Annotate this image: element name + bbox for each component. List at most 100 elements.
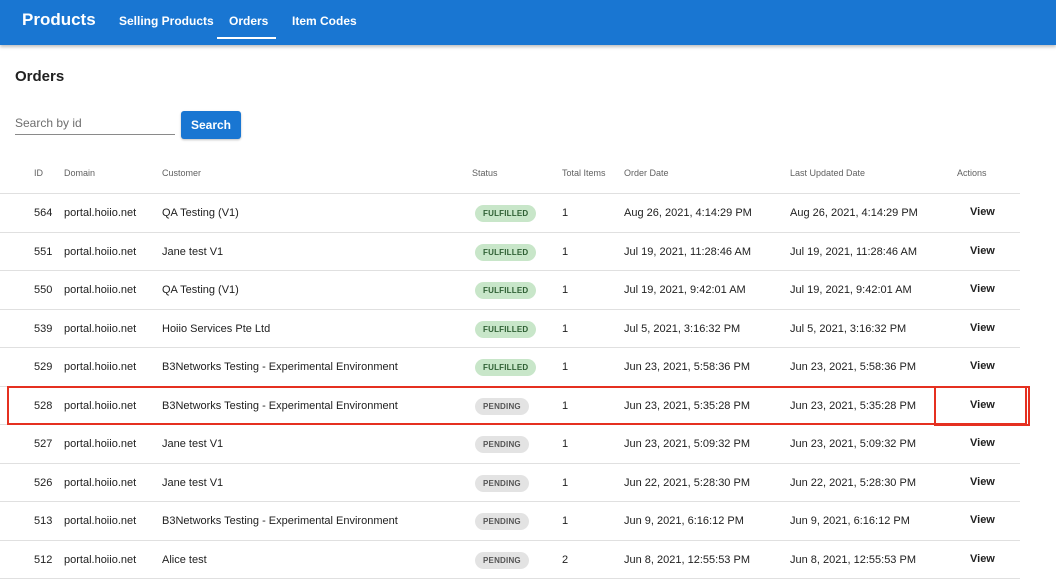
order-id: 528 <box>34 399 53 412</box>
order-date: Jun 23, 2021, 5:09:32 PM <box>624 438 750 450</box>
view-order-button[interactable]: View <box>970 399 995 411</box>
order-id: 527 <box>34 438 53 450</box>
nav-active-indicator <box>217 37 276 39</box>
order-domain: portal.hoiio.net <box>64 399 137 412</box>
order-last-updated: Jun 22, 2021, 5:28:30 PM <box>790 476 916 489</box>
column-header-order-date[interactable]: Order Date <box>624 168 669 178</box>
order-customer: Jane test V1 <box>162 245 224 258</box>
orders-table-body: 564 portal.hoiio.net QA Testing (V1) FULFIL… <box>0 194 1020 579</box>
order-last-updated: Aug 26, 2021, 4:14:29 PM <box>790 207 918 219</box>
column-header-status[interactable]: Status <box>472 168 498 178</box>
table-row: 529 portal.hoiio.net B3Networks Testing - … <box>0 348 1020 387</box>
order-date: Jun 9, 2021, 6:16:12 PM <box>624 515 744 527</box>
search-input[interactable] <box>15 113 175 133</box>
order-total-items: 1 <box>562 284 569 296</box>
status-badge: FULFILLED <box>475 205 537 222</box>
order-domain: portal.hoiio.net <box>64 245 137 258</box>
view-order-button[interactable]: View <box>970 322 995 334</box>
order-total-items: 1 <box>562 361 569 373</box>
order-date: Jun 23, 2021, 5:35:28 PM <box>624 399 750 412</box>
column-header-id[interactable]: ID <box>34 168 43 178</box>
order-customer: B3Networks Testing - Experimental Enviro… <box>162 399 398 412</box>
table-row: 550 portal.hoiio.net QA Testing (V1) FULFIL… <box>0 271 1020 310</box>
search-button[interactable]: Search <box>181 111 241 139</box>
order-total-items: 1 <box>562 245 569 258</box>
order-last-updated: Jun 8, 2021, 12:55:53 PM <box>790 553 916 566</box>
table-row: 551 portal.hoiio.net Jane test V1 FULFILLED… <box>0 233 1020 271</box>
order-total-items: 1 <box>562 399 569 412</box>
order-date: Jun 8, 2021, 12:55:53 PM <box>624 553 750 566</box>
order-last-updated: Jun 23, 2021, 5:58:36 PM <box>790 361 916 373</box>
view-order-button[interactable]: View <box>970 245 995 257</box>
status-badge: FULFILLED <box>475 243 537 261</box>
order-domain: portal.hoiio.net <box>64 438 137 450</box>
nav-selling-products[interactable]: Selling Products <box>119 14 214 28</box>
column-header-actions: Actions <box>957 168 987 178</box>
table-header: ID Domain Customer Status Total Items Or… <box>0 160 1020 194</box>
order-id: 551 <box>34 245 53 258</box>
order-date: Jul 19, 2021, 11:28:46 AM <box>624 245 751 258</box>
table-row: 564 portal.hoiio.net QA Testing (V1) FULFIL… <box>0 194 1020 233</box>
status-badge: PENDING <box>475 513 529 530</box>
page-title: Orders <box>15 68 65 85</box>
order-customer: B3Networks Testing - Experimental Enviro… <box>162 361 398 373</box>
order-last-updated: Jul 19, 2021, 9:42:01 AM <box>790 284 912 296</box>
order-total-items: 1 <box>562 438 569 450</box>
table-row: 513 portal.hoiio.net B3Networks Testing - … <box>0 502 1020 541</box>
order-date: Jun 22, 2021, 5:28:30 PM <box>624 476 750 489</box>
order-domain: portal.hoiio.net <box>64 515 137 527</box>
nav-item-codes[interactable]: Item Codes <box>292 14 357 28</box>
order-id: 529 <box>34 361 53 373</box>
status-badge: PENDING <box>475 551 529 569</box>
search-field[interactable] <box>15 113 175 135</box>
table-row: 528 portal.hoiio.net B3Networks Testing - … <box>0 387 1020 425</box>
view-order-button[interactable]: View <box>970 553 995 565</box>
view-order-button[interactable]: View <box>970 206 995 218</box>
order-domain: portal.hoiio.net <box>64 361 137 373</box>
order-date: Jul 5, 2021, 3:16:32 PM <box>624 322 741 335</box>
order-last-updated: Jul 19, 2021, 11:28:46 AM <box>790 245 917 258</box>
table-row: 539 portal.hoiio.net Hoiio Services Pte Lt… <box>0 310 1020 348</box>
status-badge: FULFILLED <box>475 282 537 299</box>
nav-orders[interactable]: Orders <box>229 14 268 28</box>
order-total-items: 1 <box>562 207 569 219</box>
order-customer: QA Testing (V1) <box>162 207 239 219</box>
order-date: Jul 19, 2021, 9:42:01 AM <box>624 284 746 296</box>
order-total-items: 1 <box>562 322 569 335</box>
order-customer: Hoiio Services Pte Ltd <box>162 322 271 335</box>
status-badge: FULFILLED <box>475 320 537 338</box>
status-badge: PENDING <box>475 436 529 453</box>
order-domain: portal.hoiio.net <box>64 322 137 335</box>
view-order-button[interactable]: View <box>970 514 995 526</box>
view-order-button[interactable]: View <box>970 283 995 295</box>
table-row: 527 portal.hoiio.net Jane test V1 PENDING 1 J… <box>0 425 1020 464</box>
column-header-last-updated[interactable]: Last Updated Date <box>790 168 865 178</box>
order-date: Jun 23, 2021, 5:58:36 PM <box>624 361 750 373</box>
order-total-items: 2 <box>562 553 569 566</box>
order-date: Aug 26, 2021, 4:14:29 PM <box>624 207 752 219</box>
view-order-button[interactable]: View <box>970 476 995 488</box>
table-row: 526 portal.hoiio.net Jane test V1 PENDING 1 J… <box>0 464 1020 502</box>
app-brand[interactable]: Products <box>22 10 96 30</box>
view-order-button[interactable]: View <box>970 437 995 449</box>
order-last-updated: Jun 23, 2021, 5:09:32 PM <box>790 438 916 450</box>
column-header-total-items[interactable]: Total Items <box>562 168 606 178</box>
order-total-items: 1 <box>562 515 569 527</box>
order-domain: portal.hoiio.net <box>64 284 137 296</box>
order-customer: QA Testing (V1) <box>162 284 239 296</box>
status-badge: PENDING <box>475 474 529 492</box>
order-customer: Jane test V1 <box>162 438 224 450</box>
order-last-updated: Jun 9, 2021, 6:16:12 PM <box>790 515 910 527</box>
order-domain: portal.hoiio.net <box>64 476 137 489</box>
view-order-button[interactable]: View <box>970 360 995 372</box>
order-id: 512 <box>34 553 53 566</box>
order-customer: Alice test <box>162 553 207 566</box>
order-last-updated: Jun 23, 2021, 5:35:28 PM <box>790 399 916 412</box>
order-id: 513 <box>34 515 53 527</box>
column-header-domain[interactable]: Domain <box>64 168 95 178</box>
order-last-updated: Jul 5, 2021, 3:16:32 PM <box>790 322 907 335</box>
order-id: 526 <box>34 476 53 489</box>
order-customer: B3Networks Testing - Experimental Enviro… <box>162 515 398 527</box>
column-header-customer[interactable]: Customer <box>162 168 201 178</box>
order-total-items: 1 <box>562 476 569 489</box>
